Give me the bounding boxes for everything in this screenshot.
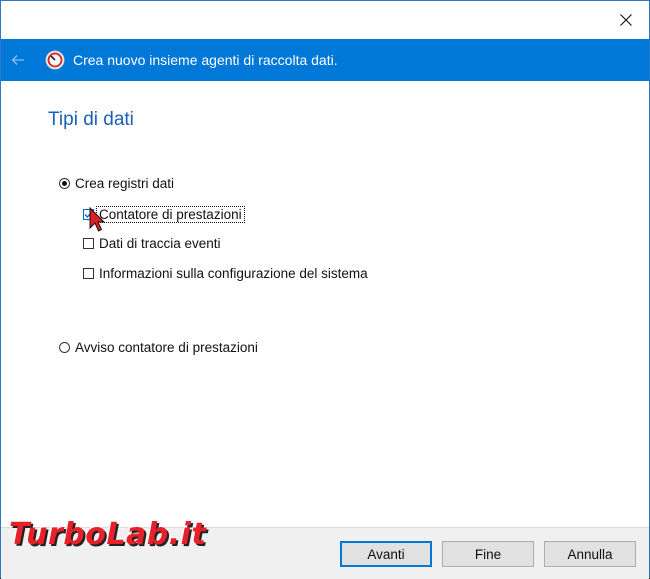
checkbox-event-trace-label: Dati di traccia eventi [99, 236, 221, 251]
close-button[interactable] [603, 1, 649, 39]
back-button[interactable] [1, 39, 35, 81]
wizard-window: Crea nuovo insieme agenti di raccolta da… [0, 0, 650, 579]
window-title: Crea nuovo insieme agenti di raccolta da… [73, 52, 338, 68]
checkbox-system-config-label: Informazioni sulla configurazione del si… [99, 266, 368, 281]
finish-button[interactable]: Fine [442, 541, 534, 567]
checkbox[interactable] [83, 238, 94, 249]
radio-button[interactable] [59, 178, 70, 189]
watermark-logo: TurboLab.it [9, 517, 207, 552]
checkbox[interactable] [83, 268, 94, 279]
next-button[interactable]: Avanti [340, 541, 432, 567]
wizard-header: Crea nuovo insieme agenti di raccolta da… [1, 39, 649, 81]
checkbox-performance-counter-label: Contatore di prestazioni [96, 206, 245, 223]
radio-counter-alert-label: Avviso contatore di prestazioni [75, 340, 258, 355]
title-bar [1, 1, 649, 39]
back-arrow-icon [11, 55, 24, 65]
checkbox-performance-counter[interactable]: Contatore di prestazioni [83, 206, 245, 223]
radio-counter-alert[interactable]: Avviso contatore di prestazioni [59, 340, 258, 355]
radio-create-logs[interactable]: Crea registri dati [59, 176, 174, 191]
mouse-cursor-icon [89, 207, 105, 232]
wizard-content: Tipi di dati Crea registri dati Contator… [1, 81, 649, 527]
cancel-button[interactable]: Annulla [544, 541, 636, 567]
performance-monitor-icon [45, 50, 65, 70]
page-title: Tipi di dati [48, 109, 134, 130]
radio-button[interactable] [59, 342, 70, 353]
checkbox-event-trace[interactable]: Dati di traccia eventi [83, 236, 221, 251]
radio-create-logs-label: Crea registri dati [75, 176, 175, 191]
checkbox-system-config[interactable]: Informazioni sulla configurazione del si… [83, 266, 368, 281]
close-icon [620, 14, 632, 26]
